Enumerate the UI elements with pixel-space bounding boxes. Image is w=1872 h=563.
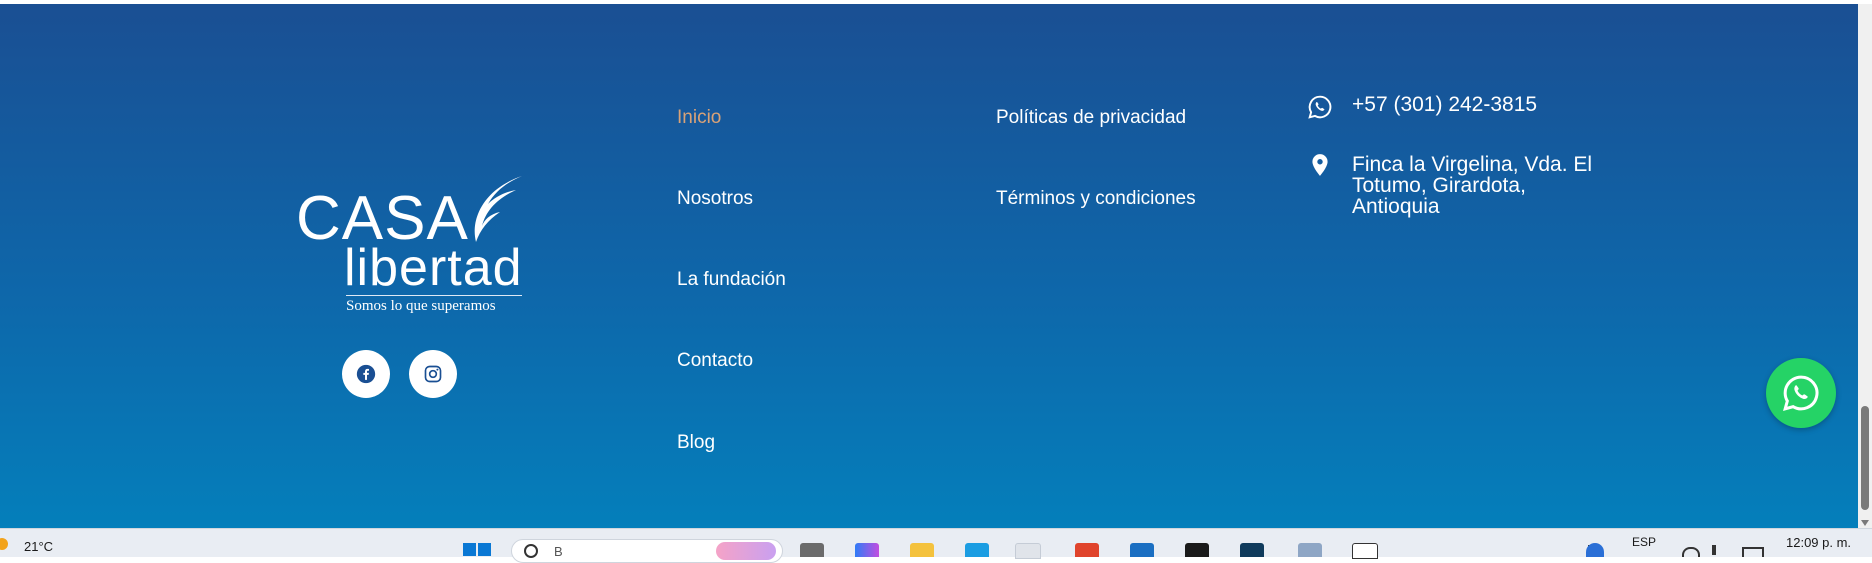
windows-start-icon[interactable] (463, 543, 491, 557)
whatsapp-icon (1308, 95, 1332, 119)
file-explorer-icon[interactable] (910, 543, 934, 557)
nav-link-la-fundacion[interactable]: La fundación (677, 269, 786, 291)
taskbar-weather[interactable]: 21°C (24, 539, 53, 554)
address-line: Finca la Virgelina, Vda. El (1352, 153, 1593, 176)
logo-tagline: Somos lo que superamos (346, 298, 496, 314)
logo-word-libertad: libertad (344, 239, 523, 297)
tray-app-icon[interactable] (1586, 543, 1604, 557)
taskbar-clock[interactable]: 12:09 p. m. (1786, 535, 1851, 550)
whatsapp-chat-button[interactable] (1766, 358, 1836, 428)
casa-libertad-logo[interactable]: CASA libertad Somos lo que superamos (294, 170, 530, 320)
volume-icon[interactable] (1712, 545, 1728, 555)
weather-sun-icon (0, 538, 8, 550)
language-indicator[interactable]: ESP (1632, 535, 1656, 549)
dropbox-icon[interactable] (1185, 543, 1209, 557)
scrollbar-thumb[interactable] (1861, 406, 1869, 510)
search-highlight-icon (716, 542, 776, 560)
nav-link-inicio[interactable]: Inicio (677, 107, 721, 129)
edge-icon[interactable] (965, 543, 989, 557)
app-icon-red[interactable] (1075, 543, 1099, 557)
nav-link-blog[interactable]: Blog (677, 432, 715, 454)
address-line: Totumo, Girardota, (1352, 174, 1526, 197)
feather-icon (474, 176, 522, 242)
instagram-icon (424, 365, 442, 383)
instagram-button[interactable] (409, 350, 457, 398)
facebook-icon (356, 364, 376, 384)
logo-divider (346, 295, 522, 296)
store-icon[interactable] (1130, 543, 1154, 557)
address-line: Antioquia (1352, 195, 1440, 218)
contact-phone[interactable]: +57 (301) 242-3815 (1352, 94, 1537, 115)
task-view-icon[interactable] (800, 543, 824, 557)
copilot-icon[interactable] (855, 543, 879, 557)
facebook-button[interactable] (342, 350, 390, 398)
nav-link-terminos-condiciones[interactable]: Términos y condiciones (996, 188, 1196, 210)
nav-link-politicas-privacidad[interactable]: Políticas de privacidad (996, 107, 1186, 129)
search-placeholder: B (554, 544, 563, 559)
app-icon-navy[interactable] (1240, 543, 1264, 557)
app-icon-grey[interactable] (1298, 543, 1322, 557)
app-icon-white[interactable] (1352, 543, 1378, 559)
windows-taskbar: 21°C B ESP 12:09 p. m. (0, 528, 1872, 563)
nav-link-nosotros[interactable]: Nosotros (677, 188, 753, 210)
chrome-icon[interactable] (1015, 543, 1041, 559)
page-scrollbar[interactable] (1858, 4, 1872, 528)
whatsapp-icon (1783, 375, 1819, 411)
scroll-down-arrow-icon[interactable] (1861, 520, 1869, 526)
taskbar-search[interactable]: B (511, 539, 783, 563)
nav-link-contacto[interactable]: Contacto (677, 350, 753, 372)
site-footer: CASA libertad Somos lo que superamos Ini… (0, 4, 1858, 528)
location-pin-icon (1312, 154, 1328, 176)
